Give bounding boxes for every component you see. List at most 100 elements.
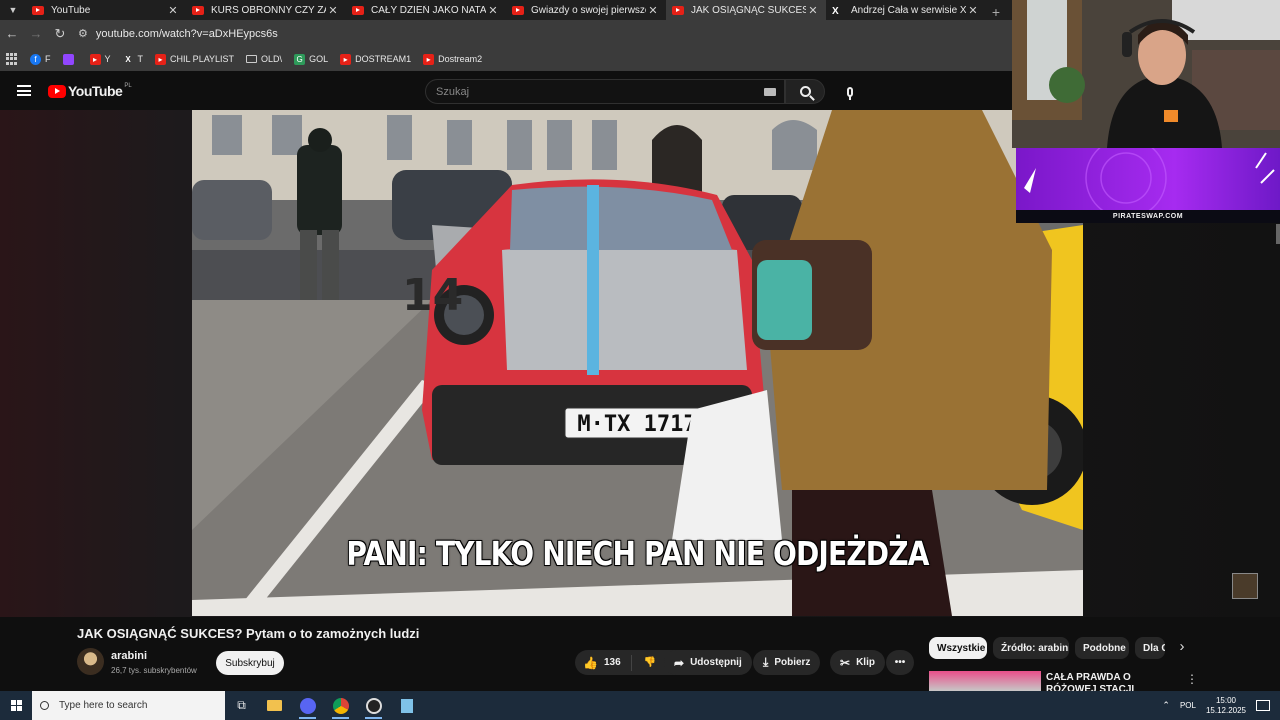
close-tab-icon[interactable]: ✕	[646, 4, 660, 17]
bookmark-dostream1[interactable]: ▸ DOSTREAM1	[340, 53, 411, 65]
apps-grid-icon[interactable]	[6, 53, 18, 65]
voice-search-button[interactable]	[836, 79, 863, 104]
youtube-header: YouTube PL	[0, 73, 1012, 110]
menu-icon[interactable]	[17, 85, 31, 96]
tab-gwiazdy[interactable]: Gwiazdy o swojej pierwszej pra ✕	[506, 0, 666, 20]
tab-title: YouTube	[51, 4, 91, 16]
bookmark-old[interactable]: OLD\	[246, 54, 282, 64]
scissors-icon: ✂	[840, 655, 851, 670]
chrome-icon[interactable]	[324, 691, 357, 720]
bookmark-twitch[interactable]	[62, 53, 78, 65]
back-icon[interactable]: ←	[0, 26, 24, 41]
youtube-favicon-icon	[512, 5, 524, 15]
close-tab-icon[interactable]: ✕	[326, 4, 340, 17]
tab-title: Andrzej Cała w serwisie X: „ja ju	[851, 4, 966, 16]
share-icon: ➦	[674, 655, 685, 670]
subscribe-button[interactable]: Subskrybuj	[216, 651, 284, 675]
youtube-logo[interactable]: YouTube PL	[48, 83, 132, 99]
close-tab-icon[interactable]: ✕	[806, 4, 820, 17]
chip-all[interactable]: Wszystkie	[929, 637, 987, 659]
bookmark-f[interactable]: fF	[30, 53, 51, 65]
youtube-icon: ▸	[340, 53, 352, 65]
forward-icon[interactable]: →	[24, 26, 48, 41]
chip-for-you[interactable]: Dla C	[1135, 637, 1165, 659]
bookmark-t[interactable]: XT	[123, 54, 143, 65]
search-box	[425, 79, 785, 104]
channel-watermark-avatar[interactable]	[1232, 573, 1258, 599]
like-button[interactable]: 👍 136	[575, 654, 632, 671]
address-bar: ← → ↻ ⚙ youtube.com/watch?v=aDxHEypcs6s	[0, 20, 1012, 47]
tab-search-chevron-icon[interactable]: ▼	[0, 0, 26, 20]
keyboard-icon[interactable]	[764, 88, 776, 96]
close-tab-icon[interactable]: ✕	[166, 4, 180, 17]
tab-andrzej-cala[interactable]: X Andrzej Cała w serwisie X: „ja ju ✕	[826, 0, 986, 20]
bookmark-chil-playlist[interactable]: ▸ CHIL PLAYLIST	[155, 53, 234, 65]
task-view-icon[interactable]: ⧉	[225, 691, 258, 720]
close-tab-icon[interactable]: ✕	[966, 4, 980, 17]
chip-source-arabini[interactable]: Źródło: arabini	[993, 637, 1069, 659]
channel-avatar[interactable]	[77, 648, 104, 675]
folder-icon	[246, 55, 258, 63]
webcam-frame	[1012, 0, 1280, 148]
bookmark-dostream2[interactable]: ▸ Dostream2	[423, 53, 482, 65]
chip-related[interactable]: Podobne	[1075, 637, 1129, 659]
site-info-icon[interactable]: ⚙	[78, 27, 88, 40]
clock[interactable]: 15:00 15.12.2025	[1206, 696, 1246, 716]
taskbar-search[interactable]: Type here to search	[32, 691, 225, 720]
subscriber-count: 26,7 tys. subskrybentów	[111, 666, 197, 675]
reload-icon[interactable]: ↻	[48, 26, 72, 42]
language-indicator[interactable]: POL	[1180, 701, 1196, 710]
bookmark-y[interactable]: ▸ Y	[89, 53, 111, 65]
dislike-button[interactable]: 👎	[632, 657, 668, 668]
youtube-favicon-icon	[352, 5, 364, 15]
tab-strip: ▼ YouTube ✕ KURS OBRONNY CZY ZABAWA ✕ CA…	[0, 0, 1012, 20]
tab-youtube[interactable]: YouTube ✕	[26, 0, 186, 20]
microphone-icon	[846, 86, 853, 100]
bookmark-label: Y	[104, 54, 111, 64]
start-button[interactable]	[0, 691, 32, 720]
webcam-overlay	[1012, 0, 1280, 148]
chevron-right-icon[interactable]: ›	[1172, 638, 1192, 658]
system-tray: ⌃ POL 15:00 15.12.2025	[1162, 691, 1280, 720]
download-button[interactable]: ⤓ Pobierz	[753, 650, 821, 675]
bookmark-gol[interactable]: G GOL	[294, 53, 329, 65]
share-button[interactable]: ➦ Udostępnij	[664, 650, 752, 675]
share-label: Udostępnij	[690, 657, 742, 668]
file-explorer-icon[interactable]	[258, 691, 291, 720]
tab-title: KURS OBRONNY CZY ZABAWA	[211, 4, 326, 16]
close-tab-icon[interactable]: ✕	[486, 4, 500, 17]
tab-title: Gwiazdy o swojej pierwszej pra	[531, 4, 646, 16]
tab-jak-osiagnac-sukces[interactable]: JAK OSIĄGNĄĆ SUKCES? Pytam ✕	[666, 0, 826, 20]
windows-logo-icon	[10, 700, 22, 711]
recommended-title[interactable]: CAŁA PRAWDA O RÓŻOWEJ STACJI SKOLIMA -	[1046, 672, 1171, 692]
more-actions-button[interactable]: •••	[886, 650, 914, 675]
video-player[interactable]: M·TX 1717 14 PANI: TYLKO NIECH PAN NIE O…	[192, 110, 1083, 616]
obs-icon[interactable]	[357, 691, 390, 720]
tab-caly-dzien[interactable]: CAŁY DZIEŃ JAKO NATALKA!! ( ✕	[346, 0, 506, 20]
bookmark-label: F	[45, 54, 51, 64]
channel-name[interactable]: arabini	[111, 650, 147, 662]
url-field[interactable]: ⚙ youtube.com/watch?v=aDxHEypcs6s	[78, 27, 278, 41]
youtube-favicon-icon	[32, 5, 44, 15]
page-scrollbar[interactable]	[1276, 224, 1280, 244]
bookmark-label: GOL	[309, 54, 329, 64]
clip-button[interactable]: ✂ Klip	[830, 650, 885, 675]
search-button[interactable]	[785, 79, 825, 104]
search-input[interactable]	[436, 85, 736, 98]
tab-kurs-obronny[interactable]: KURS OBRONNY CZY ZABAWA ✕	[186, 0, 346, 20]
sponsor-url: PIRATESWAP.COM	[1016, 210, 1280, 223]
facebook-icon: f	[30, 53, 41, 65]
kebab-menu-icon[interactable]: ⋮	[1186, 672, 1198, 686]
tray-expand-icon[interactable]: ⌃	[1162, 700, 1170, 711]
chat-app-icon[interactable]	[291, 691, 324, 720]
taskbar-search-placeholder: Type here to search	[59, 700, 148, 711]
thumbs-down-icon: 👎	[643, 657, 657, 668]
notifications-icon[interactable]	[1256, 700, 1270, 711]
download-label: Pobierz	[774, 657, 811, 668]
car-number: 14	[402, 270, 463, 321]
recommended-thumbnail[interactable]	[929, 671, 1041, 691]
notepad-icon[interactable]	[390, 691, 423, 720]
new-tab-icon[interactable]: +	[986, 4, 1006, 20]
youtube-favicon-icon	[672, 5, 684, 15]
search-icon	[799, 86, 811, 97]
